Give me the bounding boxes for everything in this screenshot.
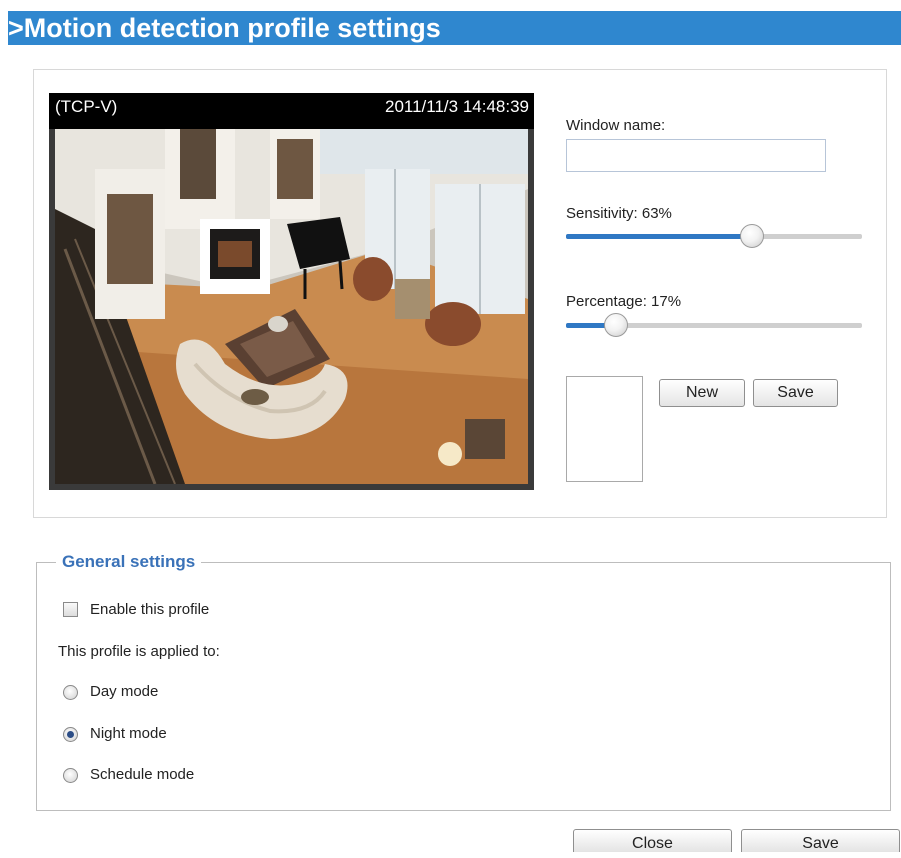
enable-profile-checkbox[interactable] xyxy=(63,602,78,617)
night-mode-radio[interactable] xyxy=(63,727,78,742)
general-settings-legend: General settings xyxy=(56,552,202,572)
schedule-mode-label[interactable]: Schedule mode xyxy=(90,766,194,783)
day-mode-radio[interactable] xyxy=(63,685,78,700)
schedule-mode-radio[interactable] xyxy=(63,768,78,783)
live-video-view[interactable]: (TCP-V) 2011/11/3 14:48:39 xyxy=(49,93,534,490)
sensitivity-slider[interactable] xyxy=(566,224,862,249)
sensitivity-fill xyxy=(566,234,752,239)
page-title: >Motion detection profile settings xyxy=(8,11,901,45)
percentage-handle[interactable] xyxy=(604,313,628,337)
night-mode-label[interactable]: Night mode xyxy=(90,725,167,742)
save-button[interactable]: Save xyxy=(741,829,900,852)
day-mode-label[interactable]: Day mode xyxy=(90,683,158,700)
video-timestamp: 2011/11/3 14:48:39 xyxy=(384,97,529,116)
new-window-button[interactable]: New xyxy=(659,379,745,407)
stream-label: (TCP-V) xyxy=(55,97,118,116)
sensitivity-label: Sensitivity: 63% xyxy=(566,205,672,222)
video-caption-bar: (TCP-V) 2011/11/3 14:48:39 xyxy=(49,93,534,129)
applied-to-label: This profile is applied to: xyxy=(58,643,220,660)
close-button[interactable]: Close xyxy=(573,829,732,852)
save-window-button[interactable]: Save xyxy=(753,379,838,407)
camera-image xyxy=(55,129,528,484)
percentage-label: Percentage: 17% xyxy=(566,293,682,310)
enable-profile-label[interactable]: Enable this profile xyxy=(90,601,209,618)
sensitivity-handle[interactable] xyxy=(740,224,764,248)
window-list[interactable] xyxy=(566,376,643,482)
window-name-label: Window name: xyxy=(566,117,666,134)
percentage-slider[interactable] xyxy=(566,313,862,338)
window-name-input[interactable] xyxy=(566,139,826,172)
